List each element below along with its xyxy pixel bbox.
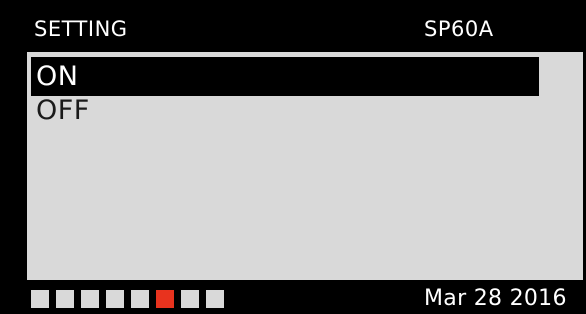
page-indicator-square — [106, 290, 124, 308]
footer-bar: Mar 28 2016 — [0, 282, 586, 314]
device-screen: SETTING SP60A ON OFF Mar 28 2016 — [0, 0, 586, 314]
screen-title: SETTING — [34, 17, 128, 41]
page-indicator-square — [181, 290, 199, 308]
page-indicator-square — [31, 290, 49, 308]
page-indicator-square — [81, 290, 99, 308]
page-indicator-active — [156, 290, 174, 308]
menu-option-off[interactable]: OFF — [31, 91, 436, 130]
menu-panel: ON OFF — [27, 52, 583, 280]
device-code: SP60A — [424, 17, 494, 41]
page-indicator-square — [131, 290, 149, 308]
page-indicator-square — [56, 290, 74, 308]
header-bar: SETTING SP60A — [0, 0, 586, 50]
date-display: Mar 28 2016 — [424, 286, 567, 311]
page-indicator — [31, 290, 224, 308]
page-indicator-square — [206, 290, 224, 308]
